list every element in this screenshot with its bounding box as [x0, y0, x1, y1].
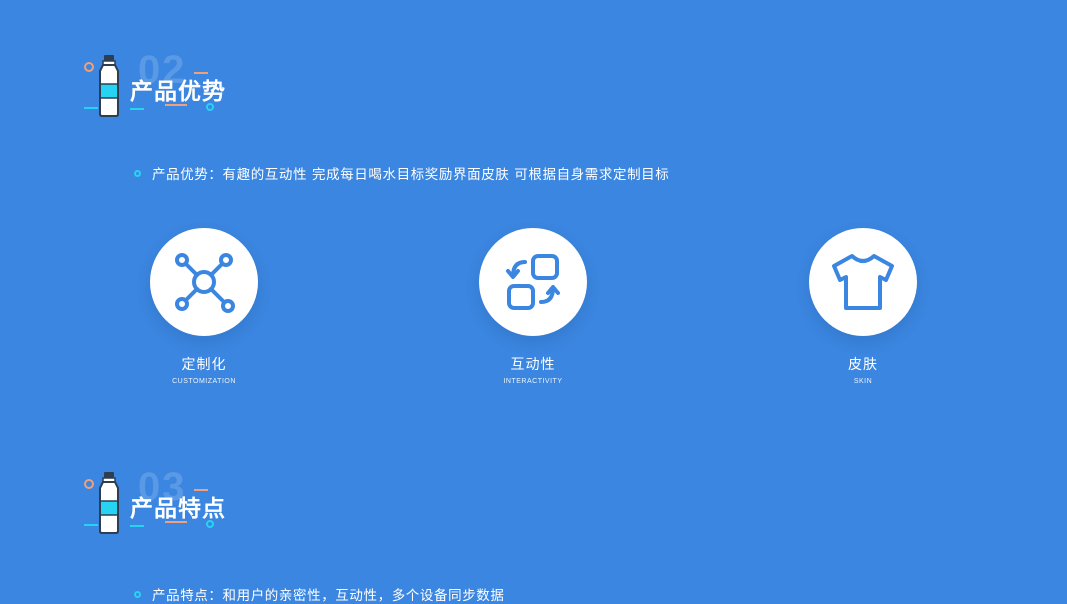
water-bottle-icon — [99, 55, 119, 117]
decor-dash-cyan — [84, 107, 98, 109]
decor-ring-orange — [84, 62, 94, 72]
feature-description: 产品特点：和用户的亲密性，互动性，多个设备同步数据 — [134, 584, 505, 604]
bullet-dot-icon — [134, 169, 141, 177]
decor-dash-cyan — [130, 525, 144, 527]
feature-interactivity: 互动性 INTERACTIVITY — [453, 228, 613, 385]
feature-circle — [150, 228, 258, 336]
feature-label: 皮肤 — [848, 357, 878, 373]
decor-dash-cyan — [84, 524, 98, 526]
feature-sublabel: SKIN — [853, 378, 873, 385]
water-bottle-icon — [99, 472, 119, 534]
feature-sublabel: INTERACTIVITY — [503, 378, 563, 385]
feature-label: 互动性 — [510, 357, 556, 373]
decor-dash-orange — [165, 104, 187, 106]
advantage-text: 产品优势：有趣的互动性 完成每日喝水目标奖励界面皮肤 可根据自身需求定制目标 — [152, 167, 670, 183]
section-title: 产品特点 — [130, 496, 226, 522]
network-nodes-icon — [175, 253, 235, 313]
feature-label: 定制化 — [181, 357, 227, 373]
decor-ring-cyan — [206, 103, 214, 111]
tshirt-icon — [832, 254, 894, 310]
decor-dash-orange — [194, 72, 208, 74]
feature-customization: 定制化 CUSTOMIZATION — [124, 228, 284, 385]
feature-circle — [809, 228, 917, 336]
section-title: 产品优势 — [130, 79, 226, 105]
decor-dash-cyan — [130, 108, 144, 110]
decor-dash-orange — [165, 521, 187, 523]
feature-sublabel: CUSTOMIZATION — [172, 378, 236, 385]
decor-dash-orange — [194, 489, 208, 491]
swap-squares-icon — [506, 254, 560, 310]
decor-ring-orange — [84, 479, 94, 489]
feature-text: 产品特点：和用户的亲密性，互动性，多个设备同步数据 — [152, 588, 505, 604]
section-header-advantages: 02 产品优势 — [82, 48, 282, 124]
decor-ring-cyan — [206, 520, 214, 528]
advantage-description: 产品优势：有趣的互动性 完成每日喝水目标奖励界面皮肤 可根据自身需求定制目标 — [134, 163, 669, 183]
bullet-dot-icon — [134, 590, 141, 598]
feature-circle — [479, 228, 587, 336]
feature-skin: 皮肤 SKIN — [783, 228, 943, 385]
section-header-features: 03 产品特点 — [82, 465, 282, 541]
